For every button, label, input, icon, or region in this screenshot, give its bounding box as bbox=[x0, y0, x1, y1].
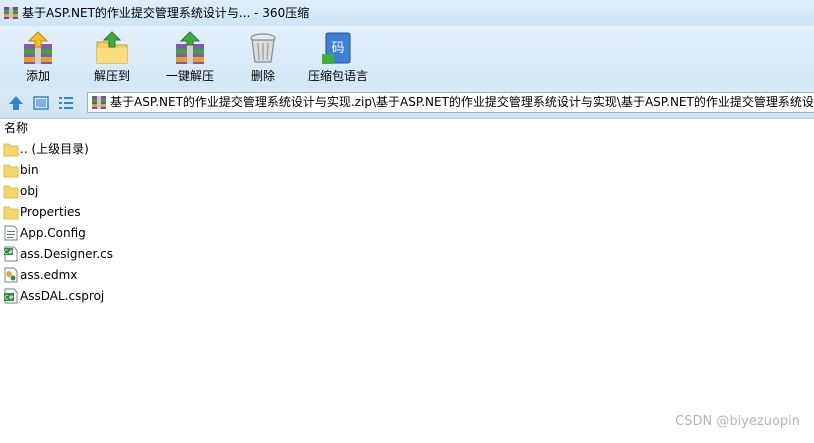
folder-icon bbox=[3, 206, 19, 220]
toolbar: 添加 解压到 一键解压 删除 码 压缩包语言 bbox=[0, 26, 814, 88]
list-item-name: ass.Designer.cs bbox=[20, 247, 113, 261]
list-item-name: ass.edmx bbox=[20, 268, 78, 282]
archive-language-icon: 码 bbox=[322, 32, 351, 64]
list-header: 名称 bbox=[0, 119, 814, 138]
edmx-file-icon bbox=[4, 267, 18, 283]
csharp-file-icon: C# bbox=[4, 246, 18, 262]
column-header-name[interactable]: 名称 bbox=[4, 119, 28, 138]
config-file-icon bbox=[4, 225, 18, 241]
extract-to-button[interactable]: 解压到 bbox=[86, 26, 138, 88]
svg-text:C#: C# bbox=[4, 249, 13, 256]
csproj-file-icon: C# bbox=[4, 288, 18, 304]
address-bar: 基于ASP.NET的作业提交管理系统设计与实现.zip\基于ASP.NET的作业… bbox=[0, 88, 814, 119]
thumbnail-view-icon[interactable] bbox=[32, 94, 50, 112]
list-item-ass-designer-cs[interactable]: C# ass.Designer.cs bbox=[0, 244, 814, 265]
list-item-obj[interactable]: obj bbox=[0, 181, 814, 202]
list-item-name: AssDAL.csproj bbox=[20, 289, 105, 303]
extract-to-label: 解压到 bbox=[93, 69, 130, 83]
file-list: .. (上级目录) bin obj Properties App.Config … bbox=[0, 139, 814, 307]
up-arrow-icon[interactable] bbox=[7, 94, 25, 112]
list-item-ass-edmx[interactable]: ass.edmx bbox=[0, 265, 814, 286]
archive-language-label: 压缩包语言 bbox=[307, 69, 368, 83]
archive-app-icon bbox=[4, 7, 18, 19]
extract-folder-icon bbox=[96, 31, 128, 64]
list-item-app-config[interactable]: App.Config bbox=[0, 223, 814, 244]
delete-label: 删除 bbox=[250, 69, 275, 83]
delete-button[interactable]: 删除 bbox=[240, 26, 286, 88]
window-title: 基于ASP.NET的作业提交管理系统设计与... - 360压缩 bbox=[22, 6, 310, 20]
one-click-extract-button[interactable]: 一键解压 bbox=[160, 26, 220, 88]
list-item-parent-folder[interactable]: .. (上级目录) bbox=[0, 139, 814, 160]
list-item-properties[interactable]: Properties bbox=[0, 202, 814, 223]
folder-icon bbox=[3, 185, 19, 199]
add-label: 添加 bbox=[25, 69, 50, 83]
title-bar: 基于ASP.NET的作业提交管理系统设计与... - 360压缩 bbox=[0, 0, 814, 26]
svg-text:C#: C# bbox=[4, 295, 13, 302]
trash-can-icon bbox=[250, 33, 276, 63]
list-item-name: bin bbox=[20, 163, 39, 177]
address-path-field[interactable]: 基于ASP.NET的作业提交管理系统设计与实现.zip\基于ASP.NET的作业… bbox=[87, 92, 814, 113]
list-item-name: obj bbox=[20, 184, 39, 198]
list-view-icon[interactable] bbox=[57, 94, 75, 112]
list-item-name: .. (上级目录) bbox=[20, 142, 89, 156]
address-path-text: 基于ASP.NET的作业提交管理系统设计与实现.zip\基于ASP.NET的作业… bbox=[110, 95, 814, 109]
add-button[interactable]: 添加 bbox=[12, 26, 64, 88]
folder-icon bbox=[3, 164, 19, 178]
list-item-bin[interactable]: bin bbox=[0, 160, 814, 181]
one-click-extract-label: 一键解压 bbox=[165, 69, 214, 83]
one-click-extract-icon bbox=[176, 31, 204, 64]
add-books-icon bbox=[24, 31, 52, 64]
svg-text:码: 码 bbox=[331, 41, 344, 56]
list-item-name: Properties bbox=[20, 205, 81, 219]
folder-icon bbox=[3, 143, 19, 157]
zip-archive-icon bbox=[92, 96, 106, 109]
list-item-assdal-csproj[interactable]: C# AssDAL.csproj bbox=[0, 286, 814, 307]
archive-language-button[interactable]: 码 压缩包语言 bbox=[305, 26, 371, 88]
watermark: CSDN @biyezuopin bbox=[675, 414, 800, 429]
list-item-name: App.Config bbox=[20, 226, 86, 240]
